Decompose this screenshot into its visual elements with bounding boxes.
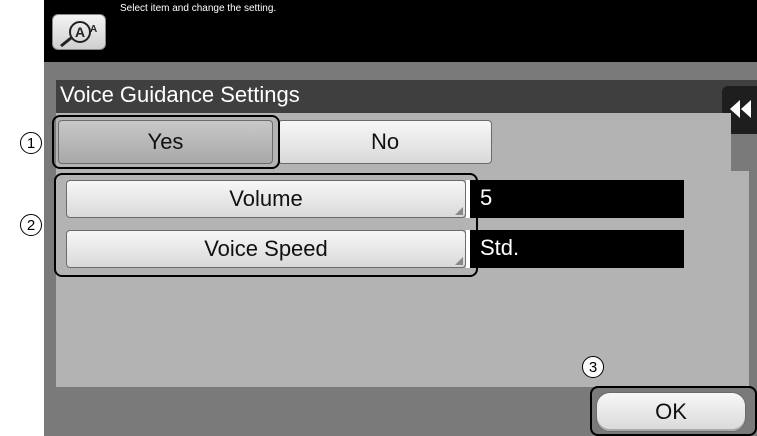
corner-mark-icon xyxy=(455,207,463,215)
volume-button[interactable]: Volume xyxy=(66,180,466,218)
accessibility-button[interactable]: A A xyxy=(52,14,106,50)
callout-1: 1 xyxy=(20,132,42,154)
panel-title-bar: Voice Guidance Settings xyxy=(56,80,757,113)
yes-button[interactable]: Yes xyxy=(58,120,273,164)
voice-speed-button[interactable]: Voice Speed xyxy=(66,230,466,268)
instruction-message: Select item and change the setting. xyxy=(120,3,277,14)
ok-button[interactable]: OK xyxy=(596,392,746,432)
accessibility-icon: A A xyxy=(60,21,97,48)
svg-text:A: A xyxy=(75,24,85,40)
callout-3: 3 xyxy=(582,356,604,378)
top-message-bar: A A Select item and change the setting. xyxy=(44,0,757,62)
voice-speed-label: Voice Speed xyxy=(204,236,328,261)
panel-title: Voice Guidance Settings xyxy=(60,82,300,107)
device-screen: A A Select item and change the setting. … xyxy=(44,0,757,436)
volume-value: 5 xyxy=(466,180,684,218)
corner-mark-icon xyxy=(455,257,463,265)
no-button[interactable]: No xyxy=(278,120,492,164)
callout-2: 2 xyxy=(20,214,42,236)
volume-label: Volume xyxy=(229,186,303,211)
voice-speed-value: Std. xyxy=(466,230,684,268)
svg-text:A: A xyxy=(90,24,97,35)
double-chevron-left-icon xyxy=(730,100,751,118)
